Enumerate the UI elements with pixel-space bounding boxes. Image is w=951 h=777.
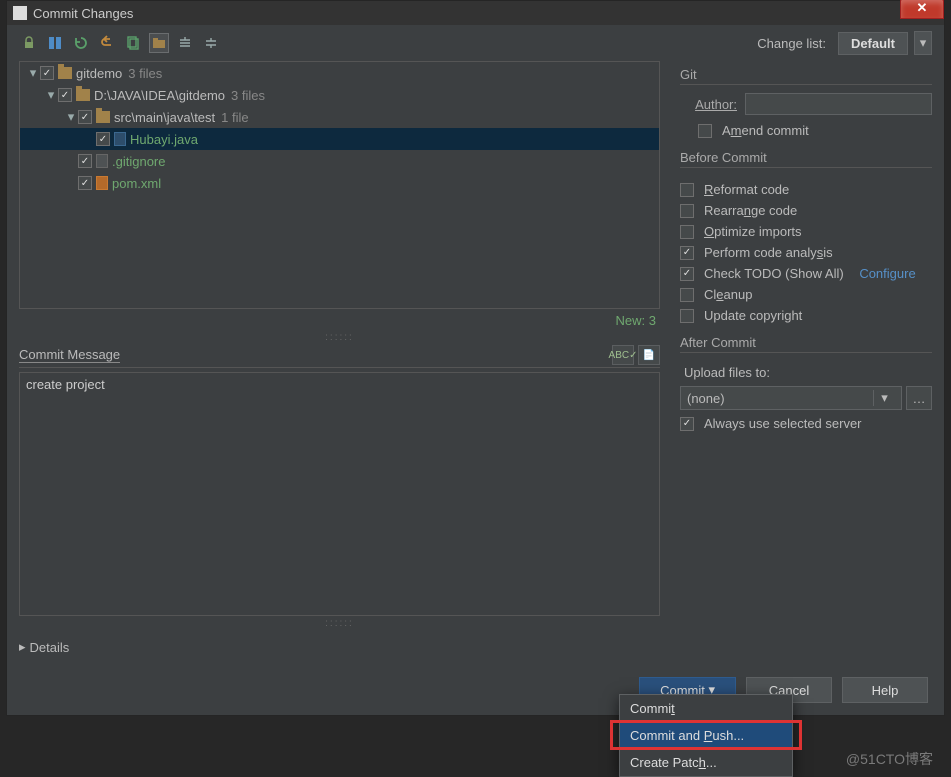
details-label: Details [30, 640, 70, 655]
before-commit-section: Before Commit [680, 150, 932, 168]
change-list-label: Change list: [757, 36, 826, 51]
file-tree[interactable]: ▾ gitdemo 3 files ▾ D:\JAVA\IDEA\gitdemo… [19, 61, 660, 309]
tree-file-gitignore[interactable]: .gitignore [20, 150, 659, 172]
checkbox[interactable] [40, 66, 54, 80]
checkbox[interactable] [96, 132, 110, 146]
always-checkbox[interactable] [680, 417, 694, 431]
splitter-handle[interactable]: :::::: [19, 618, 660, 629]
tree-label: gitdemo [76, 66, 122, 81]
group-icon[interactable] [149, 33, 169, 53]
lock-icon[interactable] [19, 33, 39, 53]
copyright-label: Update copyright [704, 308, 802, 323]
tree-label: D:\JAVA\IDEA\gitdemo [94, 88, 225, 103]
text-file-icon [96, 154, 108, 168]
upload-label: Upload files to: [684, 365, 932, 380]
watermark: @51CTO博客 [846, 749, 933, 769]
amend-checkbox[interactable] [698, 124, 712, 138]
upload-select[interactable]: (none) ▾ [680, 386, 902, 410]
commit-dropdown-menu: Commit Commit and Push... Create Patch..… [619, 694, 793, 777]
spellcheck-icon[interactable]: ABC✓ [612, 345, 634, 365]
reformat-checkbox[interactable] [680, 183, 694, 197]
author-input[interactable] [745, 93, 932, 115]
titlebar[interactable]: Commit Changes ✕ [7, 1, 944, 25]
checkbox[interactable] [78, 110, 92, 124]
app-icon [13, 6, 27, 20]
always-label: Always use selected server [704, 416, 862, 431]
expand-icon[interactable] [175, 33, 195, 53]
upload-value: (none) [687, 391, 725, 406]
optimize-checkbox[interactable] [680, 225, 694, 239]
menu-create-patch[interactable]: Create Patch... [620, 749, 792, 776]
commit-message-input[interactable] [19, 372, 660, 616]
diff-icon[interactable] [45, 33, 65, 53]
folder-icon [96, 111, 110, 123]
commit-message-label: Commit Message [19, 347, 120, 363]
amend-label: Amend commit [722, 123, 809, 138]
change-list-value[interactable]: Default [838, 32, 908, 55]
menu-commit[interactable]: Commit [620, 695, 792, 722]
java-file-icon [114, 132, 126, 146]
menu-commit-push[interactable]: Commit and Push... [620, 722, 792, 749]
cleanup-label: Cleanup [704, 287, 752, 302]
chevron-down-icon[interactable]: ▾ [44, 87, 58, 103]
tree-suffix: 3 files [128, 66, 162, 81]
author-label: Author: [680, 97, 737, 112]
cleanup-checkbox[interactable] [680, 288, 694, 302]
close-button[interactable]: ✕ [900, 0, 944, 19]
toolbar: Change list: Default ▾ [7, 25, 944, 61]
help-button[interactable]: Help [842, 677, 928, 703]
copyright-checkbox[interactable] [680, 309, 694, 323]
chevron-down-icon[interactable]: ▾ [64, 109, 78, 125]
rearrange-checkbox[interactable] [680, 204, 694, 218]
checkbox[interactable] [58, 88, 72, 102]
change-list-dropdown[interactable]: ▾ [914, 31, 932, 55]
refresh-icon[interactable] [71, 33, 91, 53]
chevron-down-icon[interactable]: ▾ [873, 390, 895, 406]
upload-browse[interactable]: … [906, 386, 932, 410]
splitter-handle[interactable]: :::::: [19, 332, 660, 343]
configure-link[interactable]: Configure [859, 266, 915, 281]
todo-label: Check TODO (Show All) [704, 266, 844, 281]
tree-label: src\main\java\test [114, 110, 215, 125]
right-panel: Git Author: Amend commit Before Commit R… [672, 61, 932, 697]
folder-icon [58, 67, 72, 79]
details-toggle[interactable]: ▸ Details [19, 639, 660, 655]
tree-file-pom[interactable]: pom.xml [20, 172, 659, 194]
analysis-checkbox[interactable] [680, 246, 694, 260]
overlay-icon[interactable] [123, 33, 143, 53]
checkbox[interactable] [78, 176, 92, 190]
after-commit-section: After Commit [680, 335, 932, 353]
rearrange-label: Rearrange code [704, 203, 797, 218]
tree-label: .gitignore [112, 154, 165, 169]
xml-file-icon [96, 176, 108, 190]
todo-checkbox[interactable] [680, 267, 694, 281]
analysis-label: Perform code analysis [704, 245, 833, 260]
chevron-down-icon[interactable]: ▾ [26, 65, 40, 81]
tree-label: pom.xml [112, 176, 161, 191]
new-file-status: New: 3 [19, 309, 660, 330]
window-title: Commit Changes [33, 6, 133, 21]
tree-root[interactable]: ▾ gitdemo 3 files [20, 62, 659, 84]
tree-label: Hubayi.java [130, 132, 198, 147]
optimize-label: Optimize imports [704, 224, 802, 239]
tree-suffix: 1 file [221, 110, 248, 125]
git-section: Git [680, 67, 932, 85]
reformat-label: Reformat code [704, 182, 789, 197]
collapse-icon[interactable] [201, 33, 221, 53]
tree-file-java[interactable]: Hubayi.java [20, 128, 659, 150]
commit-dialog: Commit Changes ✕ Change list: Default ▾ … [6, 0, 945, 716]
tree-suffix: 3 files [231, 88, 265, 103]
checkbox[interactable] [78, 154, 92, 168]
history-icon[interactable]: 📄 [638, 345, 660, 365]
folder-icon [76, 89, 90, 101]
tree-srcdir[interactable]: ▾ src\main\java\test 1 file [20, 106, 659, 128]
undo-icon[interactable] [97, 33, 117, 53]
tree-project[interactable]: ▾ D:\JAVA\IDEA\gitdemo 3 files [20, 84, 659, 106]
chevron-right-icon: ▸ [19, 639, 26, 655]
